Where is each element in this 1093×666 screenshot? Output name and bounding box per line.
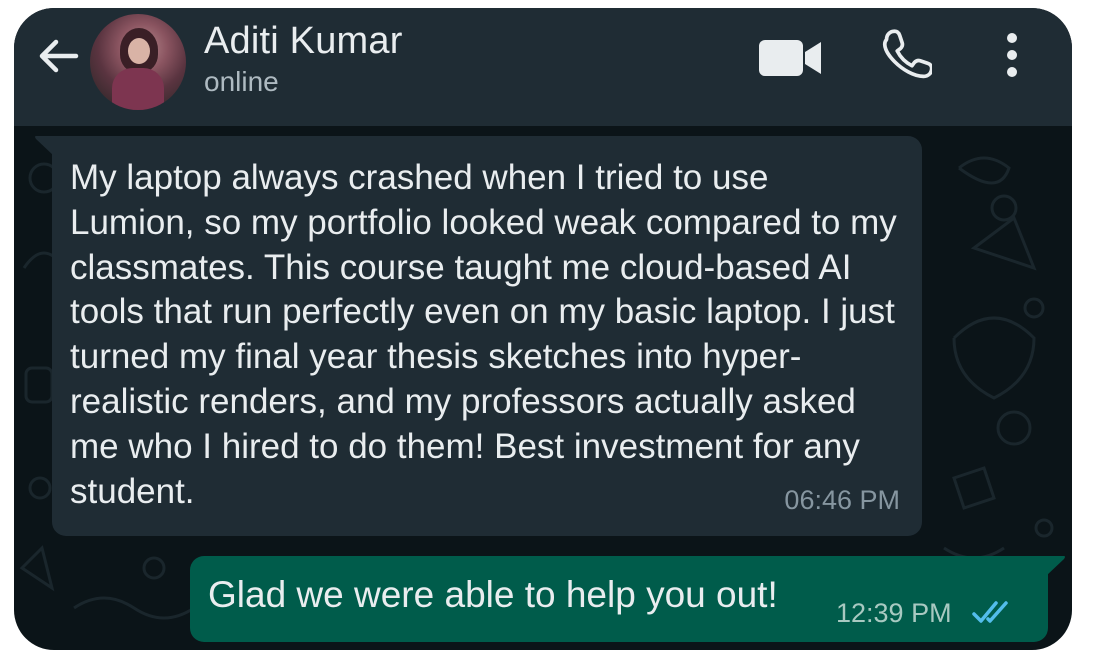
outgoing-message-text: Glad we were able to help you out! [208, 574, 778, 615]
chat-screen: Aditi Kumar online My laptop always cras… [14, 8, 1072, 650]
chat-header: Aditi Kumar online [14, 8, 1072, 126]
incoming-message-text: My laptop always crashed when I tried to… [70, 158, 897, 511]
double-check-read-icon [972, 601, 1008, 623]
incoming-message-bubble[interactable]: My laptop always crashed when I tried to… [35, 136, 922, 536]
arrow-left-icon[interactable] [36, 34, 80, 78]
outgoing-message-time: 12:39 PM [836, 598, 952, 628]
contact-status: online [204, 66, 279, 97]
contact-avatar[interactable] [90, 14, 186, 110]
video-call-icon[interactable] [759, 38, 823, 78]
more-vertical-icon[interactable] [1004, 30, 1020, 80]
bubble-tail [35, 136, 54, 156]
incoming-message-time: 06:46 PM [784, 485, 900, 515]
outgoing-message-bubble[interactable]: Glad we were able to help you out! 12:39… [190, 556, 1065, 642]
bubble-tail [1046, 556, 1065, 576]
contact-name[interactable]: Aditi Kumar [204, 20, 403, 63]
phone-icon[interactable] [880, 28, 932, 80]
